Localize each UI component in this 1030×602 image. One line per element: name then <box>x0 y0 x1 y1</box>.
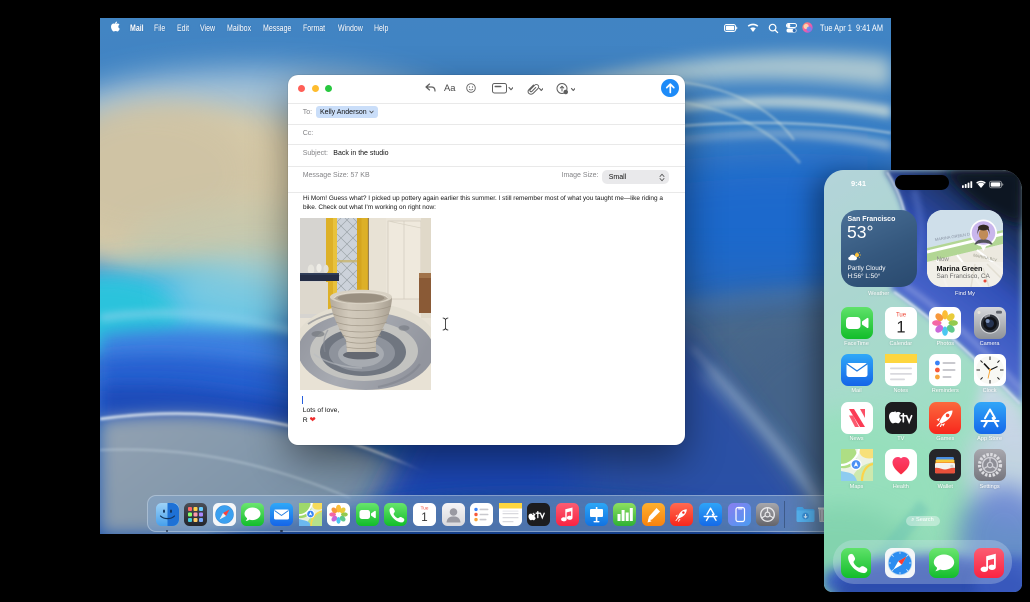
svg-text:Tue: Tue <box>421 505 429 510</box>
svg-text:1: 1 <box>896 318 905 336</box>
svg-text:1: 1 <box>421 512 427 524</box>
